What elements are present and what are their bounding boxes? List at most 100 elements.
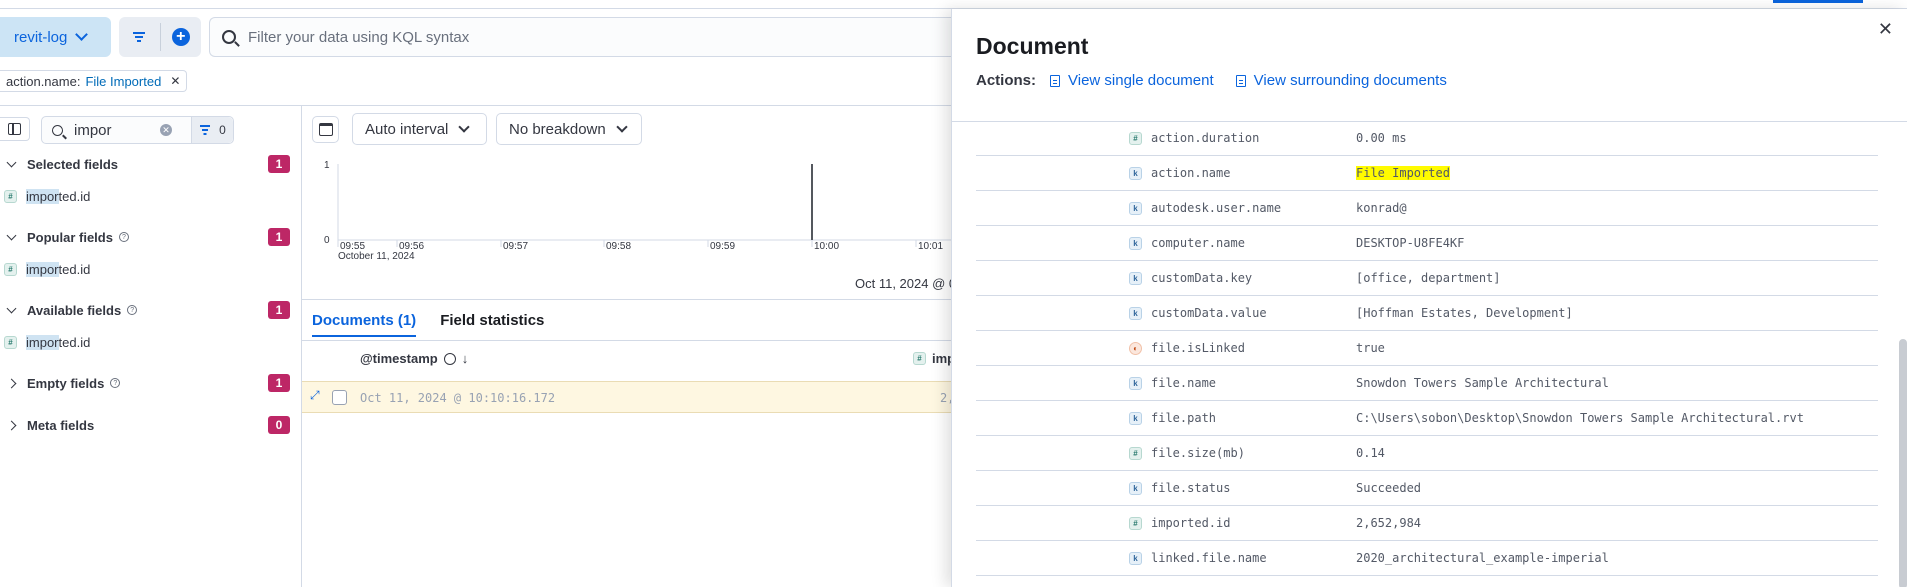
sidebar-section[interactable]: Available fields? 1 — [0, 298, 290, 322]
field-name: file.status — [1151, 481, 1231, 495]
expand-icon[interactable]: ⤢ — [310, 388, 320, 403]
field-item[interactable]: # imported.id — [4, 186, 90, 206]
field-item[interactable]: # imported.id — [4, 259, 90, 279]
field-value: Snowdon Towers Sample Architectural — [1356, 376, 1609, 390]
top-nav-border — [0, 0, 1907, 9]
field-name-match: impor — [26, 261, 59, 277]
view-surrounding-documents-link[interactable]: View surrounding documents — [1235, 72, 1447, 89]
field-value: 2020_architectural_example-imperial — [1356, 551, 1609, 565]
document-field-row[interactable]: k customData.key [office, department] — [976, 261, 1878, 296]
breakdown-select[interactable]: No breakdown — [496, 113, 642, 145]
interval-select[interactable]: Auto interval — [352, 113, 487, 145]
kql-search-input[interactable]: Filter your data using KQL syntax — [209, 17, 969, 57]
chevron-right-icon — [6, 420, 17, 430]
sidebar-section[interactable]: Meta fields 0 — [0, 413, 290, 437]
x-axis-date-label: October 11, 2024 — [338, 251, 415, 262]
document-field-row[interactable]: # action.duration 0.00 ms — [976, 121, 1878, 156]
x-tick-label: 10:01 — [918, 241, 943, 252]
section-title: Popular fields — [27, 229, 113, 245]
filter-pill[interactable]: action.name: File Imported ✕ — [0, 70, 188, 92]
filter-icon — [199, 125, 211, 135]
section-count-badge: 1 — [268, 301, 290, 319]
clear-icon[interactable]: ✕ — [160, 124, 172, 136]
chevron-down-icon — [458, 121, 471, 133]
link-label: View surrounding documents — [1253, 72, 1447, 89]
document-field-row[interactable]: k file.status Succeeded — [976, 471, 1878, 506]
field-type-filter-button[interactable]: 0 — [191, 117, 233, 143]
info-icon[interactable]: ? — [110, 378, 121, 388]
field-name: file.name — [1151, 376, 1217, 390]
field-name: file.path — [1151, 411, 1217, 425]
number-type-icon: # — [913, 352, 926, 365]
keyword-type-icon: k — [1129, 377, 1142, 390]
field-value: 0.00 ms — [1356, 131, 1407, 145]
field-name: file.isLinked — [1151, 341, 1245, 355]
close-icon[interactable]: ✕ — [1878, 19, 1893, 40]
document-flyout: Document ✕ Actions: View single document… — [951, 9, 1907, 587]
data-view-picker[interactable]: revit-log — [0, 17, 111, 57]
sidebar-toggle-button[interactable] — [0, 117, 30, 141]
query-menu-button[interactable] — [119, 17, 160, 57]
document-field-row[interactable]: k customData.value [Hoffman Estates, Devel… — [976, 296, 1878, 331]
field-search-input[interactable]: impor ✕ 0 — [41, 116, 234, 144]
close-icon[interactable]: ✕ — [170, 74, 180, 88]
table-row[interactable]: ⤢ Oct 11, 2024 @ 10:10:16.172 2, — [302, 381, 954, 413]
field-item[interactable]: # imported.id — [4, 332, 90, 352]
document-field-row[interactable]: k computer.name DESKTOP-U8FE4KF — [976, 226, 1878, 261]
breakdown-value: No breakdown — [509, 120, 606, 138]
keyword-type-icon: k — [1129, 482, 1142, 495]
field-search-value: impor — [74, 121, 112, 139]
section-title: Available fields — [27, 302, 122, 318]
document-field-row[interactable]: k file.path C:\Users\sobon\Desktop\Snowdon… — [976, 401, 1878, 436]
number-type-icon: # — [4, 189, 17, 203]
x-tick-label: 09:57 — [503, 241, 528, 252]
clock-icon — [443, 352, 456, 365]
document-tabs: Documents (1) Field statistics — [312, 312, 544, 337]
column-header-timestamp[interactable]: @timestamp ↓ — [360, 351, 468, 366]
document-field-row[interactable]: # imported.id 2,652,984 — [976, 506, 1878, 541]
document-icon — [1235, 74, 1246, 87]
info-icon[interactable]: ? — [118, 232, 129, 242]
field-value: DESKTOP-U8FE4KF — [1356, 236, 1465, 250]
document-field-row[interactable]: k action.name File Imported — [976, 156, 1878, 191]
view-single-document-link[interactable]: View single document — [1050, 72, 1214, 89]
x-tick-label: 09:59 — [710, 241, 735, 252]
section-count-badge: 0 — [268, 416, 290, 434]
add-filter-button[interactable]: + — [161, 17, 202, 57]
document-field-row[interactable]: k autodesk.user.name konrad@ — [976, 191, 1878, 226]
x-tick-label: 10:00 — [814, 241, 839, 252]
chevron-down-icon — [6, 157, 17, 167]
chevron-down-icon — [616, 121, 628, 133]
sidebar-section[interactable]: Popular fields? 1 — [0, 225, 290, 249]
scrollbar[interactable] — [1899, 339, 1907, 587]
keyword-type-icon: k — [1129, 237, 1142, 250]
row-checkbox[interactable] — [332, 390, 347, 405]
keyword-type-icon: k — [1129, 307, 1142, 320]
section-title: Meta fields — [27, 417, 95, 433]
sidebar-section[interactable]: Empty fields? 1 — [0, 371, 290, 395]
field-name: linked.file.name — [1151, 551, 1267, 565]
sort-desc-icon[interactable]: ↓ — [462, 351, 469, 366]
row-timestamp: Oct 11, 2024 @ 10:10:16.172 — [360, 391, 556, 405]
keyword-type-icon: k — [1129, 167, 1142, 180]
flyout-title: Document — [976, 33, 1089, 59]
field-value: File Imported — [1356, 166, 1450, 180]
tab-documents[interactable]: Documents (1) — [312, 312, 417, 337]
info-icon[interactable]: ? — [127, 305, 138, 315]
document-field-row[interactable]: ◐ file.isLinked true — [976, 331, 1878, 366]
sidebar-section[interactable]: Selected fields 1 — [0, 152, 290, 176]
document-field-row[interactable]: k file.name Snowdon Towers Sample Architec… — [976, 366, 1878, 401]
keyword-type-icon: k — [1129, 552, 1142, 565]
document-field-row[interactable]: k linked.file.name 2020_architectural_exam… — [976, 541, 1878, 576]
field-value: Succeeded — [1356, 481, 1422, 495]
filter-pill-value: File Imported — [85, 73, 162, 89]
toggle-chart-button[interactable] — [312, 116, 339, 143]
field-name-match: impor — [26, 188, 59, 204]
field-name-rest: ted.id — [58, 261, 91, 277]
column-header-imported[interactable]: # imp — [913, 351, 955, 366]
time-range-label: Oct 11, 2024 @ 0 — [855, 276, 957, 291]
boolean-type-icon: ◐ — [1129, 342, 1142, 355]
tab-field-statistics[interactable]: Field statistics — [440, 312, 544, 337]
filter-icon — [133, 32, 146, 42]
document-field-row[interactable]: # file.size(mb) 0.14 — [976, 436, 1878, 471]
